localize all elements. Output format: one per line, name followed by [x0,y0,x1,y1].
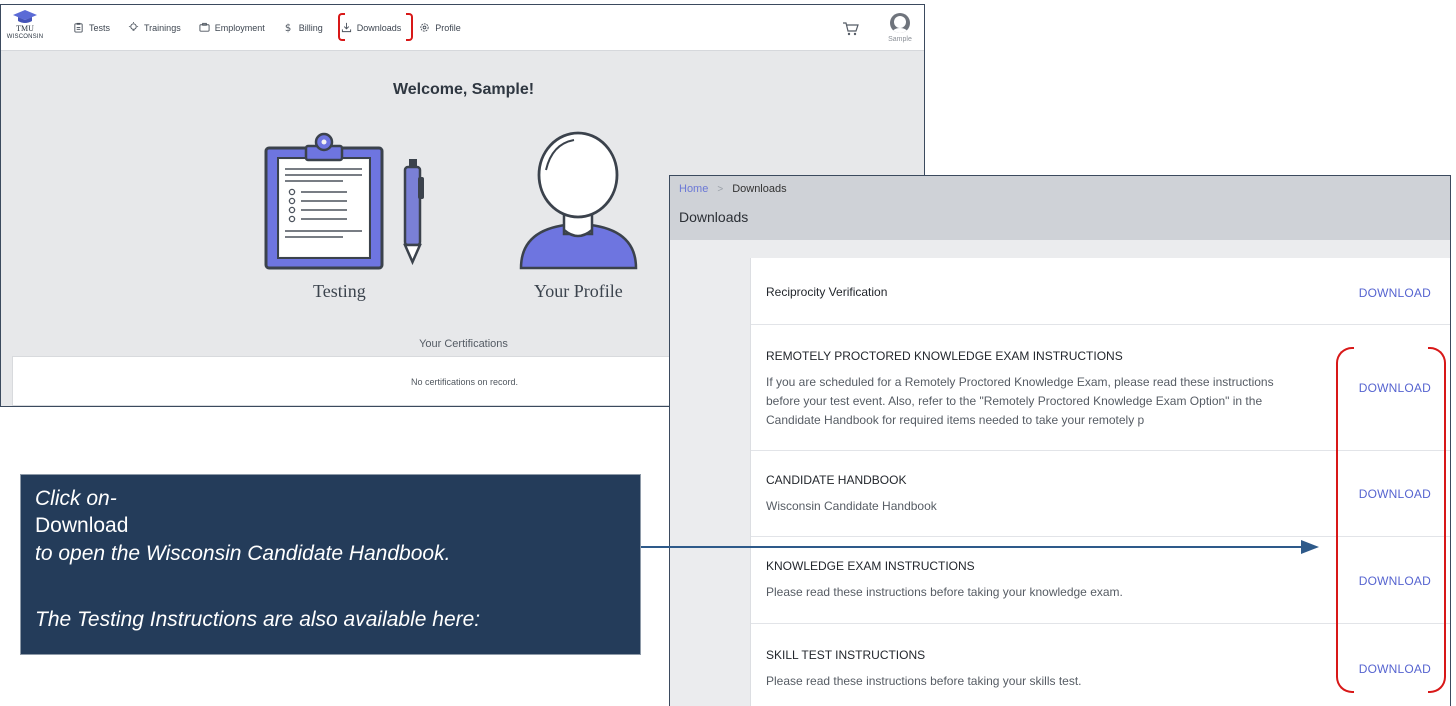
main-nav: Tests Trainings Employment $ Billing Dow… [73,22,461,33]
callout-line-1: Click on- [35,487,117,510]
top-navigation-bar: TMU WISCONSIN Tests Trainings Employment [1,5,924,51]
svg-text:$: $ [285,23,291,33]
clipboard-pen-icon[interactable] [263,132,433,272]
item-description: Please read these instructions before ta… [766,585,1123,599]
nav-profile-label: Profile [435,22,461,33]
item-description: If you are scheduled for a Remotely Proc… [766,375,1274,427]
logo-subtitle: WISCONSIN [6,34,44,40]
nav-trainings[interactable]: Trainings [128,22,181,33]
download-button[interactable]: DOWNLOAD [1359,574,1431,588]
downloads-screenshot: Home > Downloads Downloads Reciprocity V… [669,175,1451,706]
item-description: Wisconsin Candidate Handbook [766,499,937,513]
graduation-cap-icon [13,10,37,23]
item-title: REMOTELY PROCTORED KNOWLEDGE EXAM INSTRU… [766,349,1123,363]
item-title: KNOWLEDGE EXAM INSTRUCTIONS [766,559,975,573]
page-title: Downloads [679,209,749,225]
person-icon[interactable] [516,130,666,270]
callout-line-3: to open the Wisconsin Candidate Handbook… [35,542,451,565]
highlight-bracket-right [406,13,413,41]
chevron-right-icon: > [717,183,724,195]
nav-billing[interactable]: $ Billing [283,22,323,34]
callout-line-2: Download [35,514,129,537]
download-button[interactable]: DOWNLOAD [1359,487,1431,501]
nav-downloads-label: Downloads [356,22,402,33]
breadcrumb: Home > Downloads [679,183,787,195]
tutorial-slide: TMU WISCONSIN Tests Trainings Employment [0,0,1456,706]
nav-employment[interactable]: Employment [199,22,265,33]
download-highlight-bracket-left [1336,347,1354,693]
download-button[interactable]: DOWNLOAD [1359,381,1431,395]
highlight-bracket-left [338,13,345,41]
nav-trainings-label: Trainings [144,22,181,33]
nav-tests[interactable]: Tests [73,22,110,33]
cart-icon[interactable] [843,22,859,36]
item-title: Reciprocity Verification [766,285,888,299]
item-title: CANDIDATE HANDBOOK [766,473,907,487]
arrow-right-icon [1301,540,1319,554]
nav-employment-label: Employment [214,22,265,33]
avatar-name: Sample [888,36,912,43]
nav-billing-label: Billing [298,22,323,33]
dollar-icon: $ [285,23,291,33]
nav-profile[interactable]: Profile [419,22,461,33]
page-header [670,176,1450,240]
profile-card-label[interactable]: Your Profile [534,281,623,302]
breadcrumb-current: Downloads [732,183,787,195]
testing-card-label[interactable]: Testing [313,281,366,302]
welcome-heading: Welcome, Sample! [392,81,535,98]
breadcrumb-home[interactable]: Home [679,183,708,195]
user-menu[interactable]: Sample [881,13,919,43]
download-button[interactable]: DOWNLOAD [1359,286,1431,300]
download-highlight-bracket-right [1428,347,1446,693]
briefcase-icon [199,22,210,32]
item-description: Please read these instructions before ta… [766,674,1082,688]
app-logo[interactable]: TMU WISCONSIN [4,10,46,41]
list-item: Reciprocity Verification DOWNLOAD [751,258,1450,325]
logo-text: TMU [16,24,34,33]
gear-icon [420,23,429,32]
download-button[interactable]: DOWNLOAD [1359,662,1431,676]
nav-downloads[interactable]: Downloads [341,22,402,33]
callout-arrow-line [641,546,1301,548]
avatar [890,13,910,33]
lightbulb-icon [128,22,139,31]
item-title: SKILL TEST INSTRUCTIONS [766,648,926,662]
clipboard-icon [74,22,83,33]
nav-tests-label: Tests [89,22,111,33]
callout-line-4: The Testing Instructions are also availa… [35,608,481,631]
instruction-callout: Click on- Download to open the Wisconsin… [20,474,641,655]
